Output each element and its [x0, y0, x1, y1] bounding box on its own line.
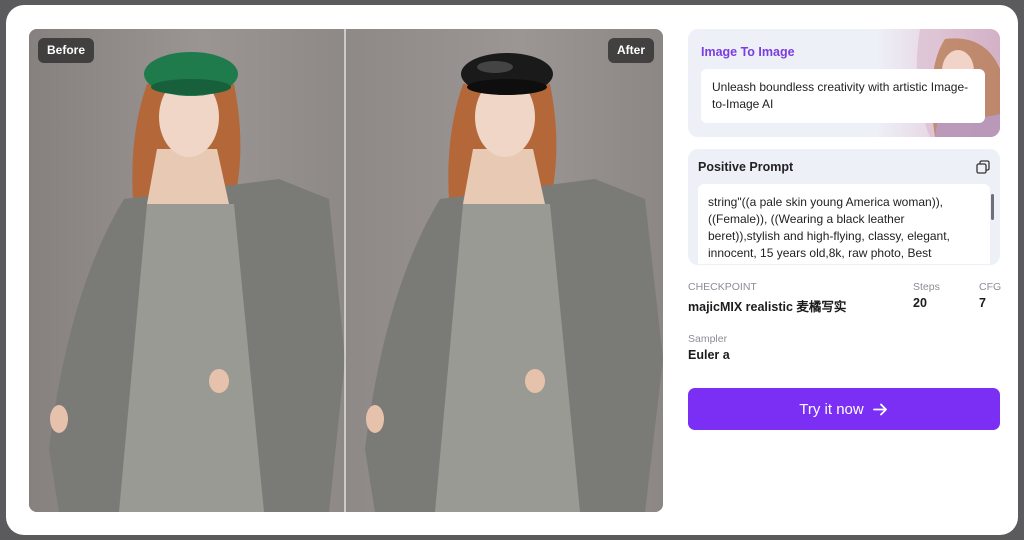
steps-label: Steps: [913, 281, 940, 293]
checkpoint-value: majicMIX realistic 麦橘写实: [688, 300, 847, 314]
compare-divider-handle[interactable]: [344, 29, 346, 512]
before-after-compare[interactable]: Before After: [29, 29, 663, 512]
sampler-value: Euler a: [688, 348, 730, 362]
before-label: Before: [38, 38, 95, 63]
prompt-title: Positive Prompt: [698, 160, 794, 174]
after-image: After: [345, 29, 663, 512]
sampler-label: Sampler: [688, 333, 728, 345]
prompt-scrollbar[interactable]: [991, 194, 994, 220]
after-label: After: [607, 38, 654, 63]
hero-title: Image To Image: [701, 45, 795, 59]
try-it-now-label: Try it now: [799, 400, 864, 418]
woman-figure-before: [49, 52, 345, 512]
prompt-text[interactable]: string"((a pale skin young America woman…: [698, 184, 990, 264]
feature-hero: Image To Image Unleash boundless creativ…: [688, 29, 1000, 137]
woman-figure-after: [365, 53, 663, 512]
cfg-value: 7: [979, 296, 986, 310]
before-image: Before: [29, 29, 345, 512]
hero-description: Unleash boundless creativity with artist…: [701, 69, 985, 123]
arrow-right-icon: [872, 403, 887, 415]
cfg-label: CFG: [979, 281, 1002, 293]
positive-prompt-panel: Positive Prompt string"((a pale skin you…: [688, 149, 1000, 265]
copy-icon[interactable]: [976, 160, 990, 174]
checkpoint-label: CHECKPOINT: [688, 281, 757, 293]
steps-value: 20: [913, 296, 927, 310]
try-it-now-button[interactable]: Try it now: [688, 388, 1000, 430]
